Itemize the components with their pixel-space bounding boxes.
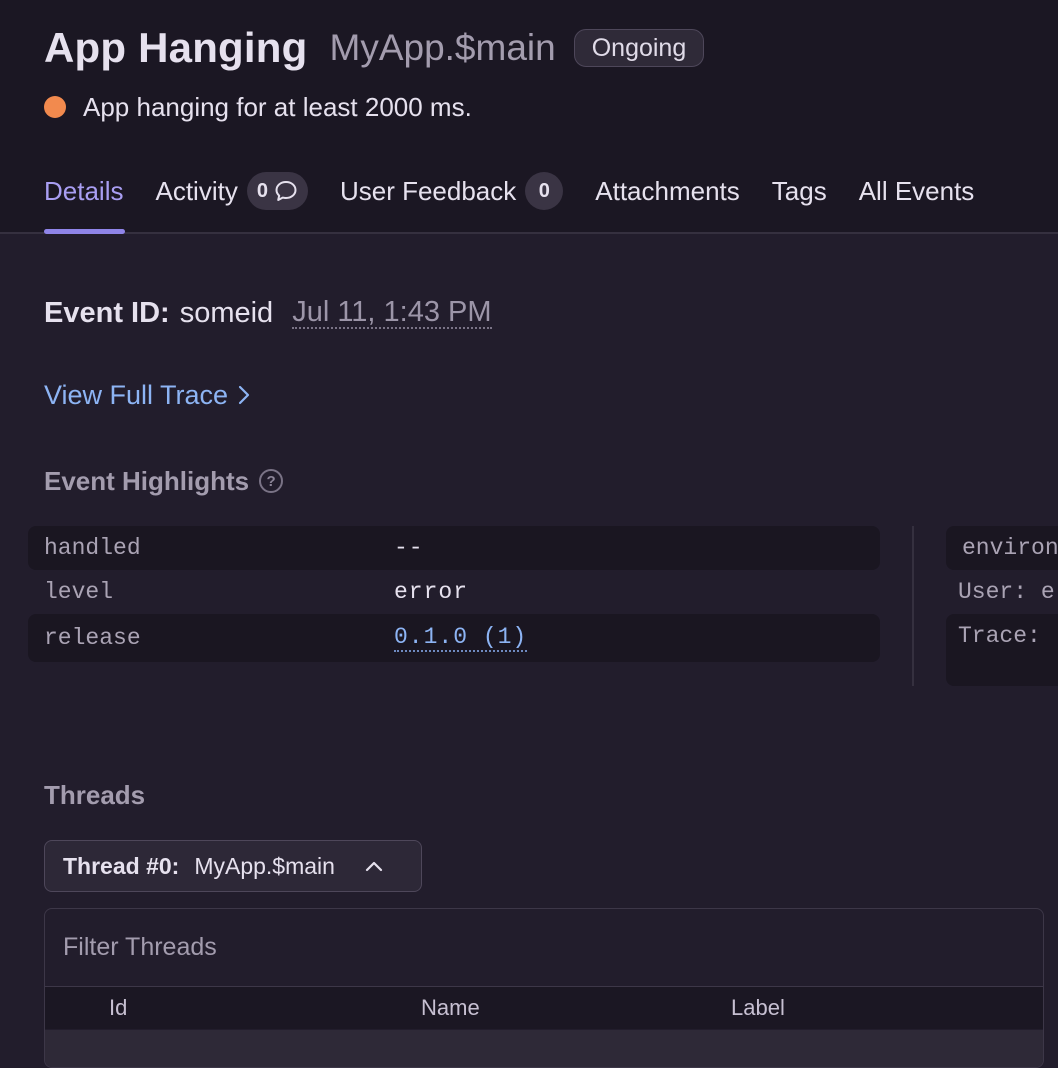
highlight-value: -- [394,535,424,561]
tab-label: Details [44,176,124,206]
feedback-count-badge: 0 [525,172,564,210]
event-id-row: Event ID: someid Jul 11, 1:43 PM [44,292,492,334]
section-title-text: Event Highlights [44,465,250,496]
tab-label: Tags [771,176,827,206]
tab-tags[interactable]: Tags [772,164,827,234]
thread-selector-dropdown: Filter Threads Id Name Label [44,908,1044,1068]
tab-label: All Events [858,176,975,206]
count-value: 0 [256,179,268,202]
highlight-key: level [44,579,114,605]
issue-header: App Hanging MyApp.$main Ongoing App hang… [0,0,1058,234]
highlights-table: handled -- level error release 0.1.0 (1) [28,526,880,662]
thread-selector-button[interactable]: Thread #0: MyApp.$main [44,840,422,892]
activity-count-badge: 0 [246,172,308,210]
tab-activity[interactable]: Activity 0 [155,164,308,234]
tab-details[interactable]: Details [44,164,126,234]
title-row: App Hanging MyApp.$main Ongoing [44,22,705,74]
context-row: User: e [958,579,1055,605]
thread-selector-value: MyApp.$main [194,852,335,879]
highlight-row: handled -- [28,526,880,570]
issue-tabs: Details Activity 0 User Feedback 0 Attac… [44,164,1006,234]
context-row: Trace: [946,614,1058,686]
highlights-context-table: environ User: e Trace: [946,526,1058,686]
column-header-label: Label [731,995,785,1020]
comment-icon [275,181,297,201]
thread-table-header: Id Name Label [45,987,1043,1029]
event-id-value[interactable]: someid [180,297,274,330]
issue-title: App Hanging [44,24,308,71]
threads-heading: Threads [44,779,146,810]
view-full-trace-link[interactable]: View Full Trace [44,376,250,414]
highlight-value: error [394,579,469,605]
tab-all-events[interactable]: All Events [859,164,975,234]
chevron-right-icon [238,385,250,405]
status-badge: Ongoing [573,29,705,67]
column-header-name: Name [421,995,480,1020]
message-row: App hanging for at least 2000 ms. [44,88,472,126]
column-header-id: Id [109,995,128,1020]
tab-attachments[interactable]: Attachments [595,164,740,234]
filter-threads-input[interactable]: Filter Threads [45,909,1043,987]
event-id-label: Event ID: [44,296,170,329]
highlight-key: release [44,625,141,651]
trace-link-label: View Full Trace [44,379,229,410]
tab-user-feedback[interactable]: User Feedback 0 [339,164,564,234]
thread-selector-label: Thread #0: [63,852,180,879]
release-link[interactable]: 0.1.0 (1) [394,624,528,652]
highlights-divider [912,526,914,686]
context-row: environ [946,526,1058,570]
highlight-row: level error [28,570,880,614]
chevron-up-icon [365,861,383,872]
tab-label: Activity [155,176,238,206]
tab-label: Attachments [595,176,740,206]
highlight-row: release 0.1.0 (1) [28,614,880,662]
tab-label: User Feedback [339,176,517,206]
issue-culprit: MyApp.$main [329,27,556,68]
thread-list-item[interactable] [45,1030,1043,1067]
highlight-key: handled [44,535,141,561]
event-highlights-heading: Event Highlights ? [44,462,284,500]
question-circle-icon[interactable]: ? [259,469,284,493]
issue-message: App hanging for at least 2000 ms. [83,91,472,122]
level-indicator-icon [44,96,66,118]
event-timestamp[interactable]: Jul 11, 1:43 PM [292,297,492,329]
